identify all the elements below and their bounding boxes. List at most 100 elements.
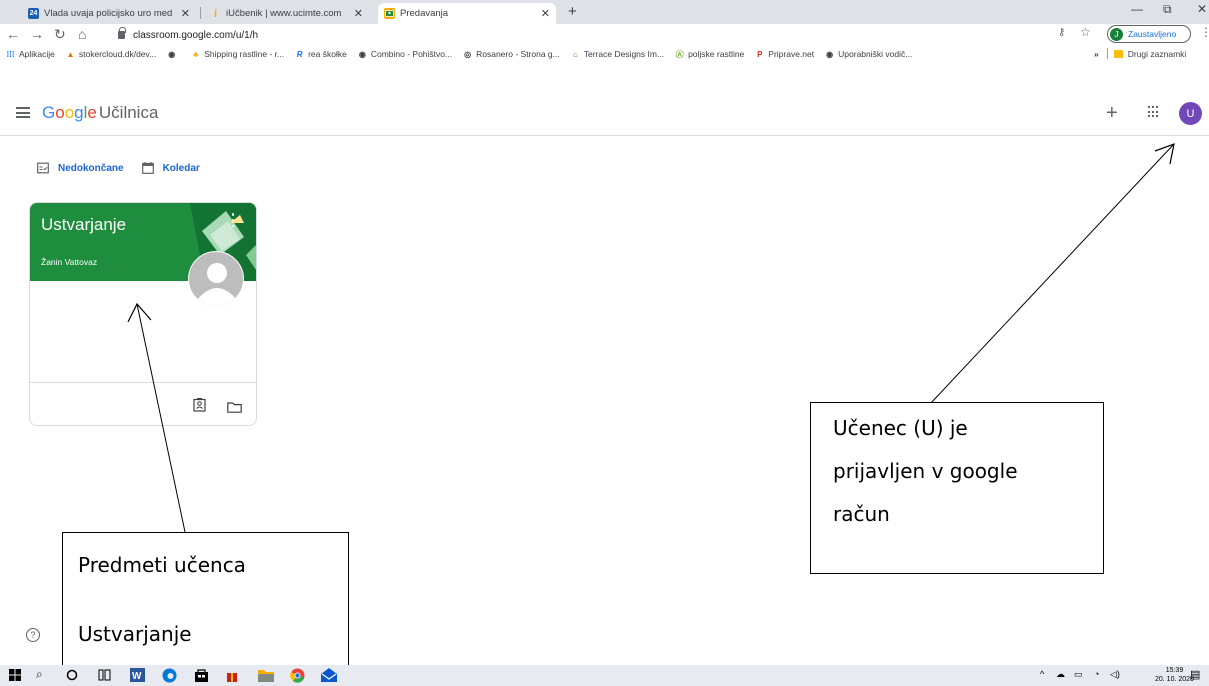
key-icon[interactable]: ⚷ [1058, 27, 1065, 38]
back-icon[interactable]: ← [6, 26, 20, 42]
globe-icon: ◉ [168, 49, 176, 59]
spiral-icon: ◎ [464, 49, 472, 59]
lock-icon [118, 27, 126, 39]
bookmark-item[interactable]: ⁞⁞⁞ Aplikacije [6, 49, 55, 59]
globe-icon: ◉ [826, 49, 834, 59]
bookmark-item[interactable]: ◎ Rosanero - Strona g... [463, 49, 560, 59]
globe-icon: ◉ [358, 49, 366, 59]
word-icon[interactable]: W [130, 668, 145, 686]
notifications-icon[interactable]: ▤ [1190, 668, 1200, 681]
annotation-text: Predmeti učenca [78, 553, 246, 577]
main-menu-icon[interactable] [16, 107, 30, 118]
browser-tab-strip: 24 Vlada uvaja policijsko uro med 2 ✕ i … [0, 0, 1209, 24]
bookmark-item[interactable]: Rrea škołke [295, 49, 347, 59]
create-join-class-icon[interactable]: + [1106, 102, 1118, 125]
calendar-label: Koledar [162, 162, 200, 174]
folder-icon [1113, 49, 1123, 58]
file-explorer-icon[interactable] [258, 668, 274, 686]
new-tab-icon[interactable]: + [568, 3, 577, 20]
windows-taskbar: ⌕ W ^ ☁ ▭ ◔ ◁) 15:39 20. 10. 2020 ▤ [0, 665, 1209, 686]
close-window-icon[interactable]: ✕ [1197, 2, 1207, 16]
wifi-icon[interactable]: ◔ [1094, 669, 1099, 679]
bookmark-item[interactable]: ◉ [167, 50, 180, 59]
bookmark-item[interactable]: P Priprave.net [755, 49, 814, 59]
folder-icon[interactable] [227, 400, 242, 418]
bookmark-label: poljske rastline [688, 49, 745, 59]
bookmark-label: Rosanero - Strona g... [476, 49, 560, 59]
class-options-icon[interactable] [231, 213, 235, 227]
class-card[interactable]: Ustvarjanje Žanin Vattovaz [29, 202, 257, 426]
profile-avatar: J [1110, 27, 1123, 41]
bookmark-item[interactable]: ⌂ Terrace Designs Im... [571, 49, 664, 59]
bookmark-star-icon[interactable]: ☆ [1080, 25, 1091, 39]
bookmark-item[interactable]: ◉ Uporabniški vodič... [825, 49, 912, 59]
address-bar[interactable]: classroom.google.com/u/1/h [118, 26, 1038, 44]
browser-tab[interactable]: i iUčbenik | www.ucimte.com ✕ [204, 3, 369, 24]
bookmark-label: stokercloud.dk/dev... [78, 49, 157, 59]
bookmark-item[interactable]: ♣ Shipping rastline - r... [191, 49, 284, 59]
profile-status: Zaustavljeno [1128, 29, 1177, 39]
tab-label: iUčbenik | www.ucimte.com [226, 8, 342, 19]
bookmark-label: Shipping rastline - r... [204, 49, 285, 59]
close-tab-icon[interactable]: ✕ [348, 7, 363, 20]
browser-profile-button[interactable]: J Zaustavljeno [1107, 25, 1191, 43]
annotation-text: račun [833, 502, 890, 526]
bookmark-label: Terrace Designs Im... [583, 49, 665, 59]
bookmark-item[interactable]: ▲ stokercloud.dk/dev... [66, 49, 156, 59]
bookmarks-overflow-icon[interactable]: » [1094, 49, 1099, 59]
home-icon[interactable]: ⌂ [78, 26, 86, 42]
user-avatar[interactable]: U [1179, 102, 1202, 125]
google-wordmark: Google [42, 103, 97, 123]
close-tab-icon[interactable]: ✕ [175, 7, 190, 20]
tab-divider [200, 7, 201, 19]
class-title[interactable]: Ustvarjanje [41, 215, 126, 235]
cortana-icon[interactable] [66, 668, 78, 686]
apps-grid-icon: ⁞⁞⁞ [6, 49, 15, 59]
classroom-logo[interactable]: Google Učilnica [42, 103, 158, 123]
svg-text:W: W [132, 671, 142, 682]
bookmark-label: rea škołke [308, 49, 347, 59]
google-apps-icon[interactable] [1148, 106, 1160, 118]
tab-label: Predavanja [400, 8, 449, 19]
bookmark-item[interactable]: ◉ Combino - Pohištvo... [358, 49, 452, 59]
close-tab-icon[interactable]: ✕ [535, 7, 550, 20]
volume-icon[interactable]: ◁) [1110, 669, 1120, 680]
google-wordmark-letter: o [55, 103, 65, 122]
task-view-icon[interactable] [98, 668, 111, 686]
show-hidden-icons[interactable]: ^ [1040, 669, 1044, 679]
browser-menu-icon[interactable]: ⋮ [1200, 25, 1209, 39]
todo-checklist-icon [37, 162, 49, 174]
google-wordmark-letter: g [74, 103, 84, 122]
google-wordmark-letter: e [87, 103, 97, 122]
system-clock[interactable]: 15:39 20. 10. 2020 [1155, 666, 1194, 684]
annotation-text: Ustvarjanje [78, 622, 192, 646]
arrowhead-avatar [1154, 143, 1175, 165]
calendar-link[interactable]: Koledar [141, 162, 200, 174]
gift-app-icon[interactable] [226, 668, 238, 686]
a-logo-icon: Ⓐ [675, 49, 684, 59]
reload-icon[interactable]: ↻ [54, 26, 66, 43]
bookmark-label: Aplikacije [19, 49, 55, 59]
todo-link[interactable]: Nedokončane [37, 162, 124, 174]
minimize-icon[interactable]: — [1131, 2, 1143, 16]
work-icon[interactable] [193, 398, 206, 417]
browser-tab-active[interactable]: Predavanja ✕ [378, 3, 556, 24]
restore-icon[interactable]: ⧉ [1163, 2, 1172, 17]
battery-icon[interactable]: ▭ [1074, 669, 1083, 680]
chrome-icon[interactable] [290, 668, 305, 686]
tab-label: Vlada uvaja policijsko uro med 2 [44, 8, 175, 19]
edge-icon[interactable] [162, 668, 177, 686]
annotation-student-logged-in: Učenec (U) je prijavljen v google račun [810, 402, 1104, 574]
forward-icon[interactable]: → [30, 26, 44, 42]
browser-tab[interactable]: 24 Vlada uvaja policijsko uro med 2 ✕ [22, 3, 196, 24]
search-icon[interactable]: ⌕ [36, 667, 43, 682]
bookmark-item[interactable]: Ⓐpoljske rastline [675, 49, 745, 59]
onedrive-icon[interactable]: ☁ [1056, 669, 1065, 680]
windows-start-icon[interactable] [9, 668, 21, 686]
store-icon[interactable] [194, 668, 209, 686]
other-bookmarks[interactable]: » Drugi zaznamki [1094, 48, 1186, 59]
annotation-text: Učenec (U) je [833, 416, 968, 440]
help-icon[interactable]: ? [26, 628, 40, 642]
product-name: Učilnica [98, 103, 159, 122]
mail-icon[interactable] [321, 668, 337, 686]
